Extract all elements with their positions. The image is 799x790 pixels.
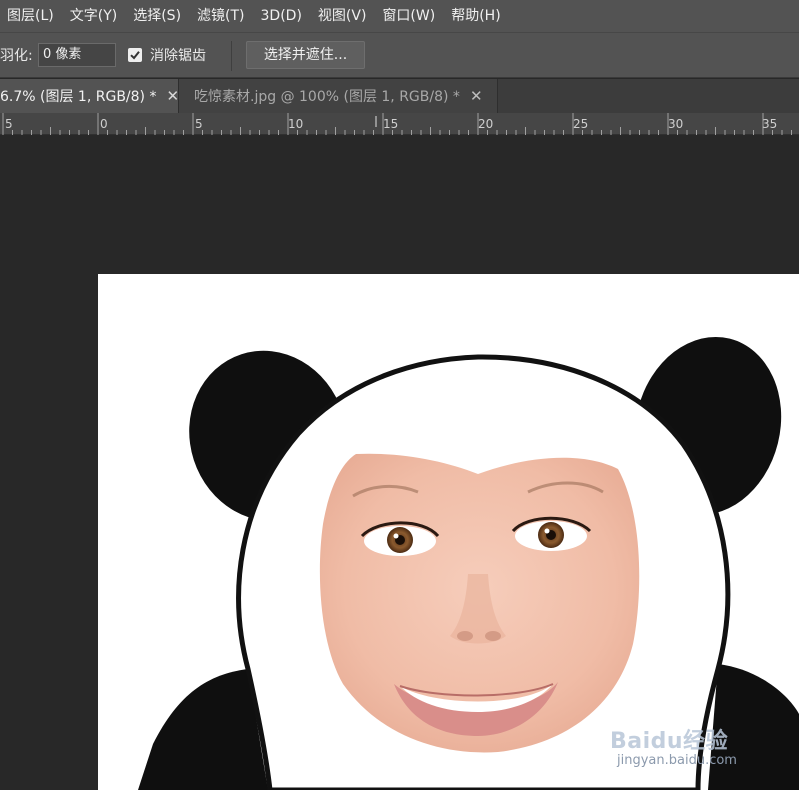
menu-filter[interactable]: 滤镜(T)	[189, 0, 252, 32]
ruler-label: 30	[668, 117, 684, 131]
document-tab-bar: 6.7% (图层 1, RGB/8) * ✕ 吃惊素材.jpg @ 100% (…	[0, 79, 799, 113]
feather-label: 羽化:	[0, 48, 33, 64]
document-canvas[interactable]: Baidu经验 jingyan.baidu.com	[98, 274, 799, 790]
tab-label: 6.7% (图层 1, RGB/8) *	[0, 89, 157, 105]
tab-document-active[interactable]: 6.7% (图层 1, RGB/8) * ✕	[0, 79, 179, 113]
menu-3d[interactable]: 3D(D)	[253, 0, 310, 32]
ruler-label: 20	[478, 117, 494, 131]
antialias-checkbox[interactable]	[128, 48, 142, 62]
menu-select[interactable]: 选择(S)	[125, 0, 189, 32]
ruler-label: 5	[195, 117, 203, 131]
ruler-label: 0	[100, 117, 108, 131]
baidu-watermark-logo: Baidu经验	[610, 729, 729, 754]
menu-window[interactable]: 窗口(W)	[374, 0, 443, 32]
feather-input[interactable]: 0 像素	[38, 43, 116, 67]
menu-view[interactable]: 视图(V)	[310, 0, 375, 32]
ruler-label: 5	[5, 117, 13, 131]
tab-document-inactive[interactable]: 吃惊素材.jpg @ 100% (图层 1, RGB/8) * ✕	[178, 79, 498, 113]
options-bar: 羽化: 0 像素 消除锯齿 选择并遮住...	[0, 32, 799, 78]
menu-bar: 图层(L) 文字(Y) 选择(S) 滤镜(T) 3D(D) 视图(V) 窗口(W…	[0, 0, 799, 32]
menu-type[interactable]: 文字(Y)	[62, 0, 125, 32]
ruler-label: 25	[573, 117, 589, 131]
panda-meme-image	[138, 336, 799, 790]
close-icon[interactable]: ✕	[470, 87, 483, 105]
ruler-label: 35	[762, 117, 778, 131]
baidu-watermark-url: jingyan.baidu.com	[617, 753, 737, 768]
ruler-label: 15	[383, 117, 399, 131]
check-icon	[130, 51, 140, 60]
horizontal-ruler[interactable]: 5 0 5 10 15 20 25 30 35	[0, 113, 799, 135]
tab-label: 吃惊素材.jpg @ 100% (图层 1, RGB/8) *	[194, 89, 460, 105]
ruler-label: 10	[288, 117, 304, 131]
menu-layer[interactable]: 图层(L)	[0, 0, 62, 32]
menu-help[interactable]: 帮助(H)	[443, 0, 508, 32]
select-and-mask-button[interactable]: 选择并遮住...	[246, 41, 365, 69]
canvas-workspace[interactable]: Baidu经验 jingyan.baidu.com	[0, 135, 799, 790]
options-divider	[231, 41, 232, 71]
antialias-label: 消除锯齿	[150, 48, 206, 64]
